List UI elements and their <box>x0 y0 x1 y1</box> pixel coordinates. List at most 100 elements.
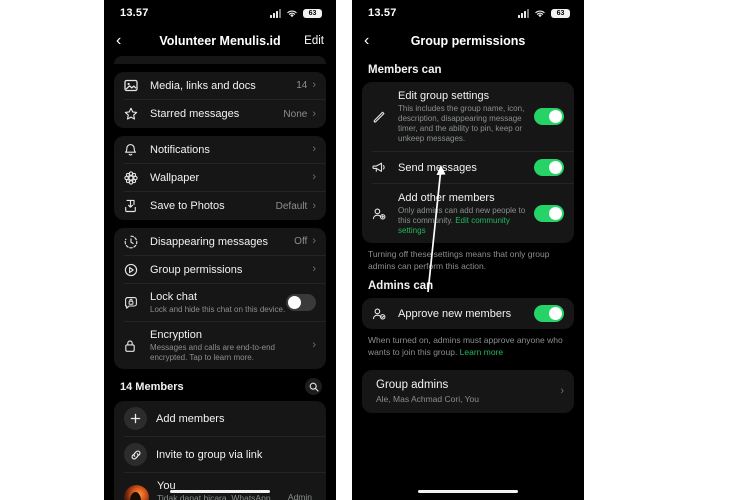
send-messages-toggle[interactable] <box>534 159 564 176</box>
members-count-label: 14 Members <box>120 380 184 393</box>
phone-left-group-info: 13.57 63 ‹ Volunteer Menulis.id Edit Med <box>104 0 336 500</box>
status-bar-right: 13.57 63 <box>352 0 584 26</box>
partial-card-above <box>114 56 326 64</box>
pencil-icon <box>372 110 398 124</box>
row-lock-chat[interactable]: Lock chat Lock and hide this chat on thi… <box>124 284 326 322</box>
chevron-right-icon: › <box>312 143 316 155</box>
status-indicators: 63 <box>270 8 322 18</box>
row-label: Send messages <box>398 161 477 174</box>
status-clock: 13.57 <box>120 7 149 19</box>
toggle-knob <box>549 307 562 320</box>
row-send-messages[interactable]: Send messages <box>372 152 574 184</box>
chevron-right-icon: › <box>312 107 316 120</box>
disappearing-icon <box>124 235 150 249</box>
chevron-right-icon: › <box>312 79 316 91</box>
cellular-signal-icon <box>518 8 529 18</box>
chevron-right-icon: › <box>312 199 316 212</box>
battery-indicator: 63 <box>551 8 570 18</box>
row-add-other-members[interactable]: Add other members Only admins can add ne… <box>372 184 574 243</box>
row-group-permissions[interactable]: Group permissions › <box>124 256 326 284</box>
screenshot-stage: 13.57 63 ‹ Volunteer Menulis.id Edit Med <box>0 0 750 500</box>
group-admins-label: Group admins <box>376 379 449 391</box>
approve-person-icon <box>372 307 398 321</box>
status-clock: 13.57 <box>368 7 397 19</box>
edit-button[interactable]: Edit <box>304 35 324 47</box>
home-indicator <box>418 489 518 493</box>
plus-icon <box>124 407 147 430</box>
privacy-card: Disappearing messages Off › Group permis… <box>114 228 326 369</box>
wallpaper-icon <box>124 170 150 185</box>
lock-chat-icon <box>124 296 150 310</box>
row-value: None <box>283 108 308 120</box>
preferences-card: Notifications › Wallpaper › Save to Phot… <box>114 136 326 220</box>
row-description: Messages and calls are end-to-end encryp… <box>150 343 275 362</box>
toggle-knob <box>549 207 562 220</box>
status-indicators: 63 <box>518 8 570 18</box>
learn-more-link[interactable]: Learn more <box>460 347 503 357</box>
members-card: Add members Invite to group via link You… <box>114 401 326 500</box>
list-item-add-members[interactable]: Add members <box>124 401 326 437</box>
search-icon[interactable] <box>305 378 322 395</box>
row-save-to-photos[interactable]: Save to Photos Default › <box>124 192 326 220</box>
chevron-right-icon: › <box>312 339 316 351</box>
row-approve-new-members[interactable]: Approve new members <box>372 298 574 329</box>
cellular-signal-icon <box>270 8 281 18</box>
row-description: Lock and hide this chat on this device. <box>150 305 286 314</box>
row-wallpaper[interactable]: Wallpaper › <box>124 164 326 192</box>
toggle-knob <box>288 296 301 309</box>
status-bar-left: 13.57 63 <box>104 0 336 26</box>
row-value: 14 <box>296 80 308 91</box>
row-label: Add other members <box>398 192 495 204</box>
row-label: Media, links and docs <box>150 79 256 92</box>
row-label: Disappearing messages <box>150 235 269 248</box>
admins-can-heading: Admins can <box>368 280 434 292</box>
row-label: Encryption <box>150 329 202 341</box>
row-label: Notifications <box>150 143 210 156</box>
row-label: Wallpaper <box>150 171 200 184</box>
group-admins-card[interactable]: Group admins Ale, Mas Achmad Cori, You › <box>362 370 574 413</box>
toggle-knob <box>549 110 562 123</box>
chevron-right-icon: › <box>312 235 316 247</box>
admin-badge: Admin <box>287 492 312 500</box>
admins-can-card: Approve new members <box>362 298 574 329</box>
row-encryption[interactable]: Encryption Messages and calls are end-to… <box>124 322 326 369</box>
row-disappearing-messages[interactable]: Disappearing messages Off › <box>124 228 326 256</box>
row-edit-group-settings[interactable]: Edit group settings This includes the gr… <box>372 82 574 152</box>
chevron-right-icon: › <box>312 263 316 275</box>
home-indicator <box>170 489 270 493</box>
media-icon <box>124 79 150 92</box>
add-other-members-toggle[interactable] <box>534 205 564 222</box>
page-title: Group permissions <box>410 34 526 48</box>
bell-icon <box>124 143 150 157</box>
phone-right-group-permissions: 13.57 63 ‹ Group permissions Members can… <box>352 0 584 500</box>
admins-can-hint: When turned on, admins must approve anyo… <box>352 329 584 358</box>
back-button[interactable]: ‹ <box>116 33 134 49</box>
lock-chat-toggle[interactable] <box>286 294 316 311</box>
list-item-member-you[interactable]: You Tidak dapat bicara, WhatsApp saja Ad… <box>124 473 326 500</box>
permissions-icon <box>124 263 150 277</box>
wifi-icon <box>534 9 546 18</box>
wifi-icon <box>286 9 298 18</box>
row-notifications[interactable]: Notifications › <box>124 136 326 164</box>
page-title: Volunteer Menulis.id <box>159 34 281 48</box>
approve-new-members-toggle[interactable] <box>534 305 564 322</box>
row-description: This includes the group name, icon, desc… <box>398 104 525 143</box>
nav-bar-right: ‹ Group permissions <box>352 26 584 56</box>
link-icon <box>124 443 147 466</box>
row-description: Only admins can add new people to this c… <box>398 206 526 236</box>
save-photos-icon <box>124 199 150 213</box>
back-button[interactable]: ‹ <box>364 33 382 49</box>
group-admins-names: Ale, Mas Achmad Cori, You <box>376 394 480 404</box>
add-person-icon <box>372 207 398 221</box>
row-label: Save to Photos <box>150 200 225 212</box>
members-can-hint: Turning off these settings means that on… <box>368 249 550 271</box>
battery-indicator: 63 <box>303 8 322 18</box>
row-starred-messages[interactable]: Starred messages None › <box>124 100 326 128</box>
row-media-links-docs[interactable]: Media, links and docs 14 › <box>124 72 326 100</box>
list-item-label: Add members <box>156 412 225 425</box>
edit-group-settings-toggle[interactable] <box>534 108 564 125</box>
list-item-invite-link[interactable]: Invite to group via link <box>124 437 326 473</box>
megaphone-icon <box>372 161 398 174</box>
member-status: Tidak dapat bicara, WhatsApp saja <box>157 493 271 500</box>
members-can-heading: Members can <box>368 64 442 76</box>
